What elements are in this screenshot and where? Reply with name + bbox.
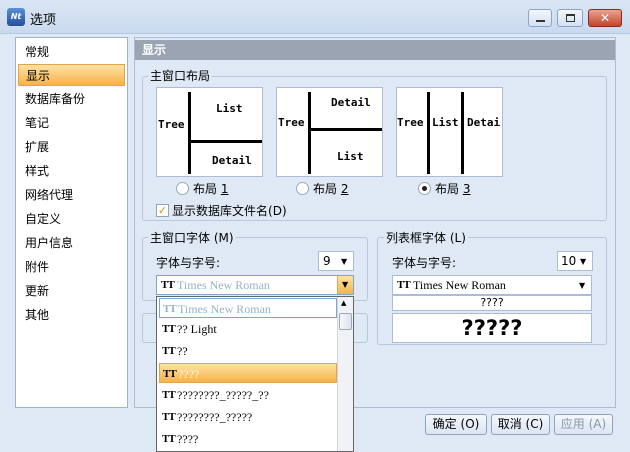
truetype-icon: TT [163,303,177,315]
list-font-preview-large: ????? [392,313,592,343]
truetype-icon: TT [162,323,176,335]
truetype-icon: TT [161,279,175,291]
sidebar-item-user-info[interactable]: 用户信息 [18,232,125,254]
font-option[interactable]: TT ?? Light [159,319,337,339]
apply-button[interactable]: 应用 (A) [554,414,613,435]
layout-3-preview[interactable]: Tree List Detai [396,87,503,177]
layout-2-divider-v [308,92,311,174]
list-font-size-select[interactable]: 10 ▼ [557,251,593,271]
layout-2-tree-label: Tree [278,116,305,129]
chevron-down-icon: ▼ [341,257,348,266]
main-font-label: 字体与字号: [156,256,221,270]
scroll-up-icon[interactable]: ▲ [341,299,346,307]
layout-3-list-label: List [432,116,459,129]
layout-2-detail-label: Detail [331,96,371,109]
window-title: 选项 [30,13,57,28]
layout-2-divider-h [308,128,382,131]
layout-1-divider-v [188,92,191,174]
list-font-preview-small: ???? [392,295,592,311]
maximize-button[interactable] [557,9,583,27]
font-option[interactable]: TT ???? [159,429,337,449]
truetype-icon: TT [163,368,177,380]
layout-2-radio[interactable] [296,182,309,195]
layout-3-radio[interactable] [418,182,431,195]
truetype-icon: TT [397,279,411,291]
close-button[interactable]: ✕ [588,9,622,27]
truetype-icon: TT [162,433,176,445]
layout-2-label[interactable]: 布局 2 [313,180,348,197]
layout-1-label[interactable]: 布局 1 [193,180,228,197]
layout-group-title: 主窗口布局 [148,67,213,84]
minimize-icon [536,20,545,22]
cancel-button[interactable]: 取消 (C) [491,414,550,435]
sidebar-item-proxy[interactable]: 网络代理 [18,184,125,206]
layout-1-tree-label: Tree [158,118,185,131]
chevron-down-icon: ▼ [579,281,586,290]
maximize-icon [566,14,575,22]
main-font-group-title: 主窗口字体 (M) [148,229,236,246]
layout-1-preview[interactable]: Tree List Detail [156,87,263,177]
panel-header: 显示 [135,40,615,60]
layout-1-list-label: List [216,102,243,115]
chevron-down-icon: ▼ [580,257,587,266]
font-dropdown-list[interactable]: TT Times New Roman TT ?? Light TT ?? TT … [156,296,354,452]
layout-3-label[interactable]: 布局 3 [435,180,470,197]
close-icon: ✕ [599,11,611,25]
list-font-group-title: 列表框字体 (L) [384,229,468,246]
truetype-icon: TT [162,389,176,401]
layout-2-list-label: List [337,150,364,163]
truetype-icon: TT [162,411,176,423]
sidebar-item-style[interactable]: 样式 [18,160,125,182]
dropdown-toggle[interactable]: ▼ [337,276,353,294]
layout-3-divider-2 [461,92,464,174]
app-icon: Nt [7,8,25,26]
list-font-size-value: 10 [561,254,577,268]
show-db-filename-checkbox[interactable]: ✓ [156,204,169,217]
show-db-filename-label[interactable]: 显示数据库文件名(D) [172,202,287,219]
layout-2-preview[interactable]: Tree Detail List [276,87,383,177]
font-option[interactable]: TT ????????_????? [159,407,337,427]
chevron-down-icon: ▼ [342,280,349,289]
layout-3-divider-1 [427,92,430,174]
font-option-selected[interactable]: TT ???? [159,363,337,383]
layout-3-detail-label: Detai [467,116,501,129]
sidebar-item-general[interactable]: 常规 [18,41,125,63]
font-option[interactable]: TT Times New Roman [159,298,337,318]
layout-3-tree-label: Tree [397,116,424,129]
main-font-family-select[interactable]: TT Times New Roman ▼ [156,275,354,295]
minimize-button[interactable] [528,9,552,27]
font-option[interactable]: TT ????????_?????_?? [159,385,337,405]
main-font-family-value: Times New Roman [177,278,270,292]
sidebar-item-notes[interactable]: 笔记 [18,112,125,134]
sidebar-item-attachments[interactable]: 附件 [18,256,125,278]
list-font-family-value: Times New Roman [413,278,506,292]
dropdown-scrollbar[interactable]: ▲ [337,297,353,451]
main-font-size-select[interactable]: 9 ▼ [318,251,354,271]
ok-button[interactable]: 确定 (O) [425,414,487,435]
sidebar-item-extensions[interactable]: 扩展 [18,136,125,158]
layout-1-detail-label: Detail [212,154,252,167]
sidebar-item-db-backup[interactable]: 数据库备份 [18,88,125,110]
layout-1-radio[interactable] [176,182,189,195]
truetype-icon: TT [162,345,176,357]
sidebar-item-other[interactable]: 其他 [18,304,125,326]
main-font-size-value: 9 [323,254,331,268]
sidebar-item-display[interactable]: 显示 [18,64,125,86]
font-option[interactable]: TT ?? [159,341,337,361]
sidebar-item-update[interactable]: 更新 [18,280,125,302]
sidebar: 常规 显示 数据库备份 笔记 扩展 样式 网络代理 自定义 用户信息 附件 更新… [15,37,128,408]
sidebar-item-custom[interactable]: 自定义 [18,208,125,230]
layout-1-divider-h [188,140,262,143]
list-font-family-select[interactable]: TT Times New Roman ▼ [392,275,592,295]
scroll-thumb[interactable] [339,313,352,330]
list-font-label: 字体与字号: [392,256,457,270]
